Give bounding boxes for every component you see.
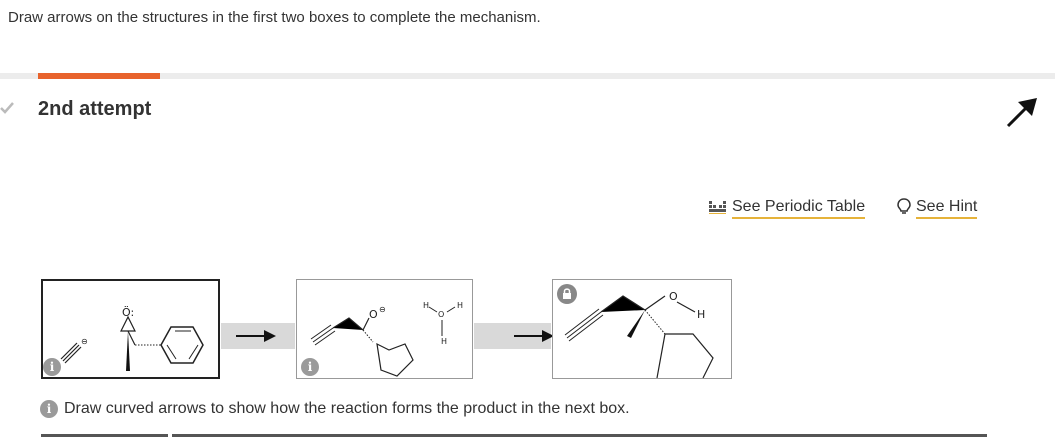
alkoxide-charge: ⊖	[379, 305, 386, 314]
see-hint-label: See Hint	[916, 198, 978, 220]
flag-icon[interactable]	[1004, 96, 1040, 128]
h3o-h1: H	[423, 301, 429, 310]
arrow-right-icon	[514, 330, 554, 342]
product-oxygen-label: O	[669, 290, 678, 303]
periodic-table-icon	[709, 200, 726, 214]
alkoxide-oxygen-label: O	[369, 308, 378, 321]
mechanism-box-3: O H	[552, 279, 732, 379]
tab-active-indicator[interactable]	[38, 73, 160, 79]
h3o-h2: H	[457, 301, 463, 310]
info-icon: i	[40, 400, 58, 418]
epoxide-oxygen-label: Ö:	[122, 306, 134, 319]
see-hint-link[interactable]: See Hint	[896, 198, 978, 220]
mechanism-box-2[interactable]: O ⊖ H O H H	[296, 279, 473, 379]
lightbulb-icon	[897, 198, 911, 214]
lock-icon	[557, 284, 577, 304]
see-periodic-table-label: See Periodic Table	[732, 198, 866, 219]
structure-box-2[interactable]: O ⊖ H O H H	[297, 280, 472, 378]
structure-box-3: O H	[564, 290, 714, 378]
info-icon[interactable]: i	[301, 358, 319, 376]
attempt-title: 2nd attempt	[38, 98, 152, 120]
mechanism-box-1[interactable]: ⊖ Ö:	[41, 279, 220, 379]
structure-box-1[interactable]: ⊖ Ö:	[43, 281, 218, 377]
h3o-o-label: O	[438, 310, 444, 319]
check-icon	[0, 102, 14, 114]
arrow-right-icon	[236, 330, 276, 342]
instruction-text: Draw arrows on the structures in the fir…	[8, 9, 541, 26]
charge-label: ⊖	[81, 337, 88, 346]
see-periodic-table-link[interactable]: See Periodic Table	[708, 198, 866, 219]
h3o-h3: H	[441, 337, 447, 346]
info-icon[interactable]: i	[43, 358, 61, 376]
footer-instruction: Draw curved arrows to show how the react…	[64, 400, 630, 417]
product-h-label: H	[697, 308, 705, 321]
